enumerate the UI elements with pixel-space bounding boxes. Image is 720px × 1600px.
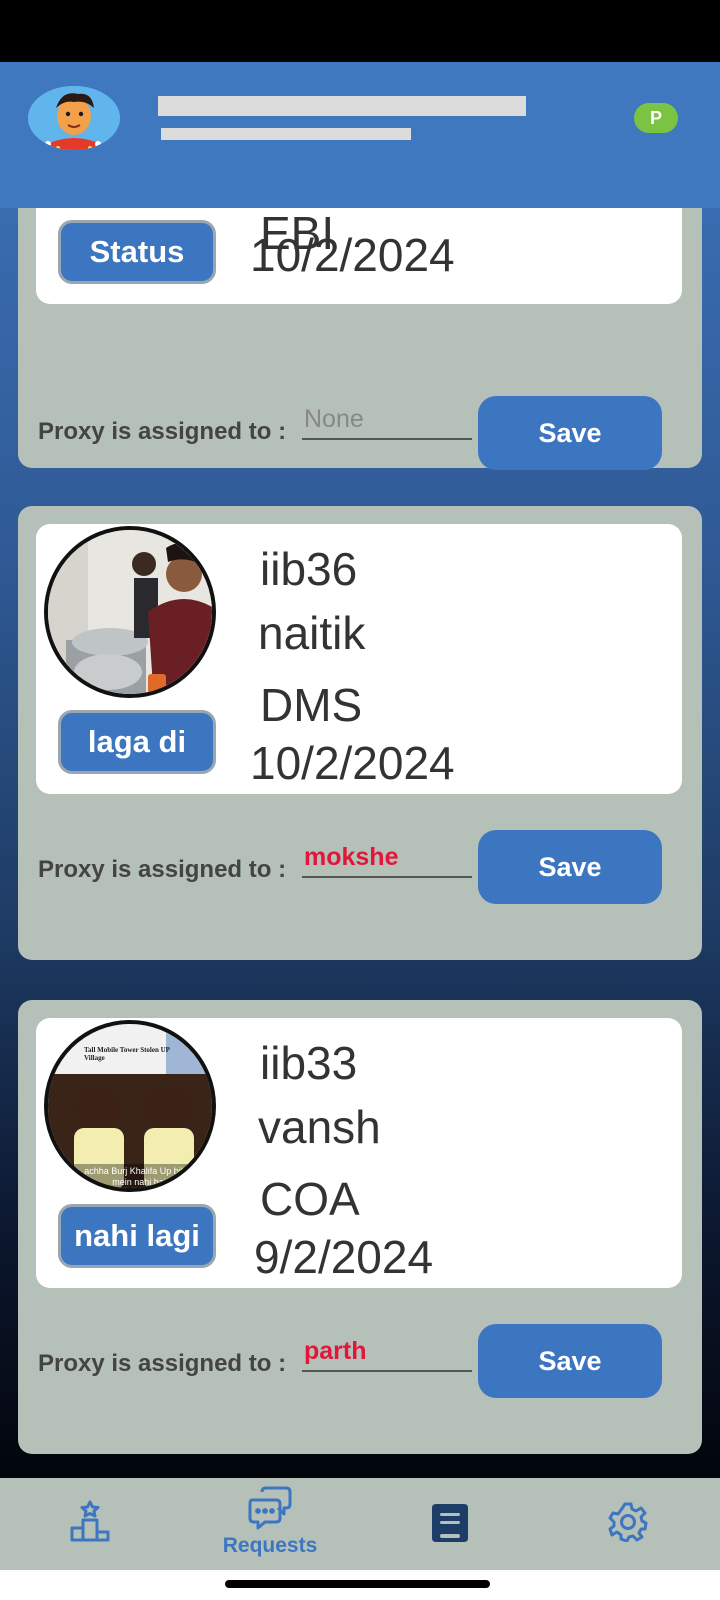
save-button[interactable]: Save <box>478 1324 662 1398</box>
gear-icon <box>608 1502 648 1547</box>
profile-badge[interactable]: P <box>634 103 678 133</box>
status-button[interactable]: laga di <box>58 710 216 774</box>
redacted-info-bar <box>161 128 411 140</box>
nav-item-leaderboard[interactable] <box>54 1478 126 1570</box>
date-text: 10/2/2024 <box>250 737 455 789</box>
save-button[interactable]: Save <box>478 830 662 904</box>
nav-item-settings[interactable] <box>592 1478 664 1570</box>
request-card-info: iib36 naitik DMS laga di 10/2/2024 <box>36 524 682 794</box>
proxy-input[interactable]: None <box>302 400 472 440</box>
bookmark-list-icon <box>432 1504 468 1547</box>
app-header: P <box>0 62 720 208</box>
student-code-text: iib36 <box>260 543 358 595</box>
status-button[interactable]: Status <box>58 220 216 284</box>
student-name-text: vansh <box>258 1101 381 1153</box>
meme-caption-bottom: achha Burj Khalifa Up bihar mein nahi ha… <box>84 1166 194 1187</box>
proxy-input[interactable]: mokshe <box>302 838 472 878</box>
meme-caption-top: Tall Mobile Tower Stolen UP Village <box>84 1046 170 1062</box>
request-card: Tall Mobile Tower Stolen UP Village achh… <box>18 1000 702 1454</box>
date-text: 9/2/2024 <box>254 1231 434 1283</box>
request-list[interactable]: EBI Status 10/2/2024 Proxy is assigned t… <box>0 62 720 1478</box>
student-name-text: naitik <box>258 607 366 659</box>
user-avatar[interactable] <box>28 86 120 150</box>
save-button[interactable]: Save <box>478 396 662 470</box>
nav-item-requests[interactable]: Requests <box>200 1478 340 1570</box>
student-code-text: iib33 <box>260 1037 358 1089</box>
podium-icon <box>70 1500 110 1547</box>
subject-text: COA <box>260 1173 360 1225</box>
chat-bubbles-icon <box>248 1486 292 1535</box>
status-bar <box>0 0 720 62</box>
proxy-label: Proxy is assigned to : <box>38 856 287 883</box>
proxy-label: Proxy is assigned to : <box>38 418 287 445</box>
nav-label-requests: Requests <box>222 1534 318 1557</box>
proxy-label: Proxy is assigned to : <box>38 1350 287 1377</box>
redacted-name-bar <box>158 96 526 116</box>
student-photo <box>44 526 216 698</box>
status-button[interactable]: nahi lagi <box>58 1204 216 1268</box>
request-card: iib36 naitik DMS laga di 10/2/2024 Proxy… <box>18 506 702 960</box>
request-card-info: Tall Mobile Tower Stolen UP Village achh… <box>36 1018 682 1288</box>
home-indicator[interactable] <box>225 1580 490 1588</box>
student-photo: Tall Mobile Tower Stolen UP Village achh… <box>44 1020 216 1192</box>
proxy-input[interactable]: parth <box>302 1332 472 1372</box>
bottom-nav: Requests <box>0 1478 720 1570</box>
gesture-area <box>0 1570 720 1600</box>
date-text: 10/2/2024 <box>250 229 455 281</box>
nav-item-list[interactable] <box>414 1478 486 1570</box>
subject-text: DMS <box>260 679 363 731</box>
